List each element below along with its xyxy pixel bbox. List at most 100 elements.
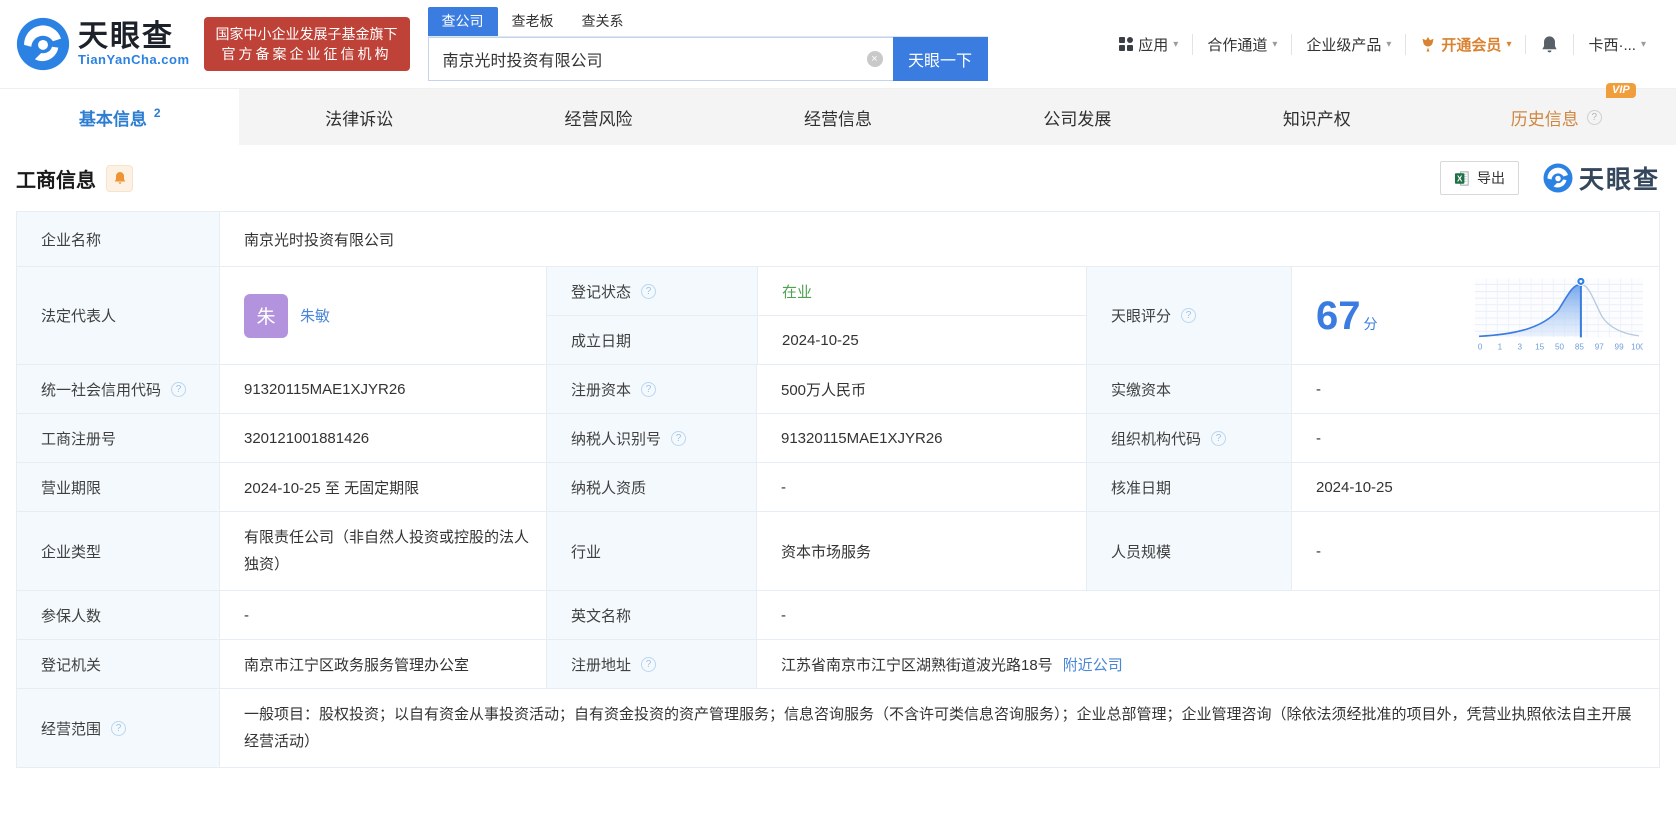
- company-tabbar: 基本信息 2 法律诉讼 经营风险 经营信息 公司发展 知识产权 VIP 历史信息…: [0, 82, 1676, 145]
- approval-date-label: 核准日期: [1086, 463, 1291, 511]
- search-tab-relation[interactable]: 查关系: [568, 7, 638, 36]
- score-distribution-chart: 0 1 3 15 50 85 97 99 100: [1475, 277, 1643, 351]
- table-row: 工商注册号 320121001881426 纳税人识别号 ? 91320115M…: [17, 413, 1659, 462]
- establish-date-value: 2024-10-25: [757, 316, 1086, 364]
- industry-value: 资本市场服务: [756, 512, 1086, 590]
- tab-history-info-label: 历史信息: [1510, 109, 1579, 129]
- reg-address-value: 江苏省南京市江宁区湖熟街道波光路18号 附近公司: [756, 640, 1659, 688]
- tab-intellectual-property-label: 知识产权: [1282, 109, 1351, 129]
- chart-tick: 100: [1631, 342, 1643, 351]
- chart-tick: 3: [1518, 342, 1523, 351]
- staff-size-label: 人员规模: [1086, 512, 1291, 590]
- credit-code-label: 统一社会信用代码 ?: [17, 365, 219, 413]
- reg-number-label: 工商注册号: [17, 414, 219, 462]
- section-header: 工商信息 X 导出 天眼查: [0, 145, 1676, 211]
- table-row: 企业名称 南京光时投资有限公司: [17, 212, 1659, 266]
- top-menu: 应用 ▾ 合作通道 ▾ 企业级产品 ▾ 开通会员 ▾ 卡西·... ▾: [1105, 33, 1660, 55]
- reg-number-value: 320121001881426: [219, 414, 546, 462]
- tab-basic-info-label: 基本信息: [78, 109, 147, 129]
- chart-tick: 0: [1478, 342, 1483, 351]
- tianyancha-logo[interactable]: 天眼查 TianYanCha.com: [16, 17, 190, 71]
- tab-operating-risk[interactable]: 经营风险: [479, 89, 718, 145]
- approval-date-value: 2024-10-25: [1291, 463, 1659, 511]
- clear-search-icon[interactable]: ×: [866, 51, 883, 67]
- tab-operating-info-label: 经营信息: [803, 109, 872, 129]
- table-row: 参保人数 - 英文名称 -: [17, 590, 1659, 639]
- legal-rep-value: 朱 朱敏: [219, 267, 546, 364]
- search-tabs: 查公司 查老板 查关系: [427, 7, 988, 37]
- svg-text:X: X: [1457, 174, 1463, 183]
- user-name: 卡西·...: [1588, 36, 1636, 54]
- table-row: 统一社会信用代码 ? 91320115MAE1XJYR26 注册资本 ? 500…: [17, 364, 1659, 413]
- tab-operating-info[interactable]: 经营信息: [718, 89, 957, 145]
- section-brand-text: 天眼查: [1578, 166, 1660, 194]
- help-icon[interactable]: ?: [641, 283, 657, 299]
- menu-enterprise-label: 企业级产品: [1306, 36, 1382, 54]
- paid-capital-value: -: [1291, 365, 1659, 413]
- menu-open-vip[interactable]: 开通会员 ▾: [1405, 33, 1525, 55]
- menu-open-vip-label: 开通会员: [1441, 36, 1502, 54]
- legal-rep-link[interactable]: 朱敏: [300, 305, 330, 326]
- chart-tick: 85: [1575, 342, 1585, 351]
- company-type-value: 有限责任公司（非自然人投资或控股的法人独资）: [219, 512, 546, 590]
- english-name-value: -: [756, 591, 1659, 639]
- help-icon[interactable]: ?: [641, 656, 657, 672]
- menu-enterprise[interactable]: 企业级产品 ▾: [1291, 33, 1405, 55]
- help-icon[interactable]: ?: [671, 430, 687, 446]
- excel-icon: X: [1454, 170, 1469, 186]
- logo-domain-text: TianYanCha.com: [78, 51, 190, 67]
- help-icon[interactable]: ?: [171, 381, 187, 397]
- tab-legal-proceedings[interactable]: 法律诉讼: [239, 89, 478, 145]
- section-title: 工商信息: [16, 169, 96, 192]
- table-row: 经营范围 ? 一般项目：股权投资；以自有资金从事投资活动；自有资金投资的资产管理…: [17, 688, 1659, 767]
- credit-code-value: 91320115MAE1XJYR26: [219, 365, 546, 413]
- subscribe-bell-button[interactable]: [106, 164, 133, 192]
- business-term-label: 营业期限: [17, 463, 219, 511]
- table-subrow: 登记状态 ? 在业: [547, 267, 1086, 315]
- reg-status-label: 登记状态 ?: [547, 267, 757, 315]
- help-icon[interactable]: ?: [1211, 430, 1227, 446]
- help-icon[interactable]: ?: [1181, 308, 1197, 323]
- reg-authority-value: 南京市江宁区政务服务管理办公室: [219, 640, 546, 688]
- tab-company-development[interactable]: 公司发展: [958, 89, 1197, 145]
- tab-intellectual-property[interactable]: 知识产权: [1197, 89, 1436, 145]
- company-type-label: 企业类型: [17, 512, 219, 590]
- chevron-down-icon: ▾: [1640, 38, 1646, 50]
- taxpayer-id-label: 纳税人识别号 ?: [546, 414, 756, 462]
- tab-basic-info[interactable]: 基本信息 2: [0, 89, 240, 145]
- nearby-companies-link[interactable]: 附近公司: [1063, 654, 1123, 675]
- chart-tick: 99: [1615, 342, 1625, 351]
- help-icon[interactable]: ?: [1586, 109, 1602, 125]
- help-icon[interactable]: ?: [641, 381, 657, 397]
- chart-tick: 15: [1535, 342, 1545, 351]
- menu-apps[interactable]: 应用 ▾: [1105, 34, 1192, 55]
- gov-certification-badge: 国家中小企业发展子基金旗下 官方备案企业征信机构: [203, 17, 410, 71]
- badge-line-2: 官方备案企业征信机构: [221, 46, 392, 62]
- avatar[interactable]: 朱: [244, 293, 288, 338]
- tab-history-info[interactable]: VIP 历史信息 ?: [1437, 82, 1676, 145]
- user-account[interactable]: 卡西·... ▾: [1573, 33, 1660, 55]
- staff-size-value: -: [1291, 512, 1659, 590]
- logo-brand-text: 天眼查: [78, 20, 174, 54]
- score-value: 67 分 0 1 3 15 50 85 97 99 10: [1291, 267, 1659, 364]
- taxpayer-id-value: 91320115MAE1XJYR26: [756, 414, 1086, 462]
- menu-cooperation[interactable]: 合作通道 ▾: [1192, 33, 1291, 55]
- paid-capital-label: 实缴资本: [1086, 365, 1291, 413]
- table-row: 营业期限 2024-10-25 至 无固定期限 纳税人资质 - 核准日期 202…: [17, 462, 1659, 511]
- score-label: 天眼评分 ?: [1086, 267, 1291, 364]
- bell-icon: [114, 172, 125, 184]
- export-button-label: 导出: [1476, 170, 1505, 186]
- establish-date-label: 成立日期: [547, 316, 757, 364]
- taxpayer-quality-value: -: [756, 463, 1086, 511]
- section-brand-logo: 天眼查: [1543, 160, 1660, 196]
- search-input[interactable]: [442, 50, 867, 68]
- help-icon[interactable]: ?: [111, 720, 127, 736]
- search-tab-company[interactable]: 查公司: [427, 7, 498, 36]
- export-button[interactable]: X 导出: [1439, 161, 1519, 195]
- insured-count-label: 参保人数: [17, 591, 219, 639]
- tianyancha-logo-icon: [16, 17, 70, 71]
- table-subrow: 成立日期 2024-10-25: [547, 315, 1086, 364]
- search-button[interactable]: 天眼一下: [892, 37, 988, 81]
- notification-bell[interactable]: [1525, 34, 1573, 54]
- search-tab-boss[interactable]: 查老板: [498, 7, 568, 36]
